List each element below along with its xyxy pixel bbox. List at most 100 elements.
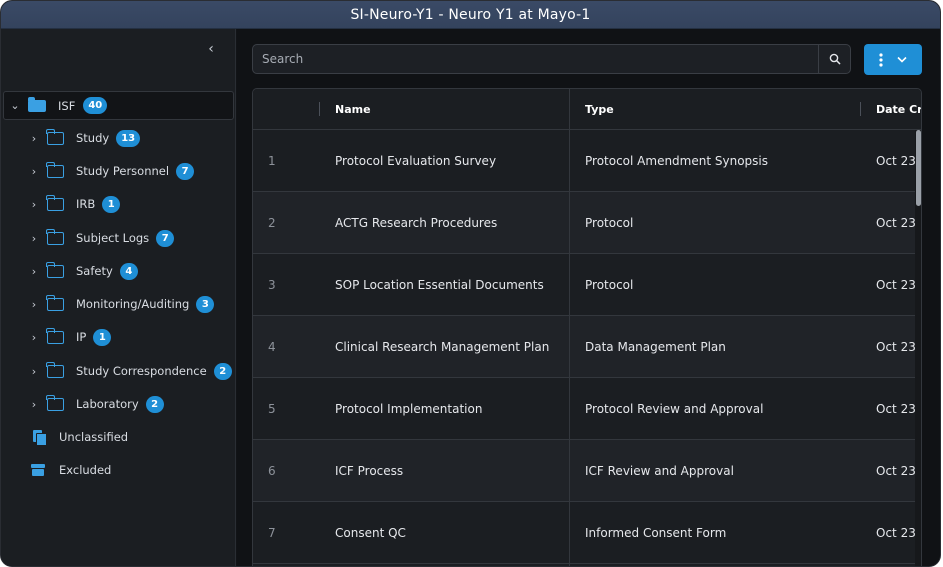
- tree-item-label: IRB: [76, 197, 96, 211]
- tree-item-study[interactable]: › Study 13: [27, 126, 141, 150]
- chevron-left-icon[interactable]: ‹: [203, 41, 219, 57]
- chevron-down-icon[interactable]: ⌄: [8, 99, 22, 112]
- tree-item-label: Study Correspondence: [76, 364, 207, 378]
- tree-item-label: Subject Logs: [76, 231, 150, 245]
- chevron-right-icon[interactable]: ›: [27, 232, 41, 245]
- window-title: SI-Neuro-Y1 - Neuro Y1 at Mayo-1: [350, 6, 591, 23]
- tree-item-study-correspondence[interactable]: › Study Correspondence 2: [27, 359, 232, 383]
- tree-item-unclassified[interactable]: Unclassified: [31, 425, 128, 449]
- count-badge: 1: [102, 195, 121, 213]
- tree-item-irb[interactable]: › IRB 1: [27, 192, 121, 216]
- chevron-right-icon[interactable]: ›: [27, 165, 41, 178]
- tree-item-ip[interactable]: › IP 1: [27, 325, 112, 349]
- row-number: 6: [268, 464, 276, 478]
- cell-name: ACTG Research Procedures: [335, 216, 498, 230]
- sidebar: ‹ ⌄ ISF 40 › Study 13 › Study Personnel: [1, 29, 236, 566]
- cell-name: Protocol Implementation: [335, 402, 483, 416]
- chevron-right-icon[interactable]: ›: [27, 331, 41, 344]
- chevron-right-icon[interactable]: ›: [27, 365, 41, 378]
- cell-date: Oct 23: [876, 216, 916, 230]
- cell-date: Oct 23: [876, 464, 916, 478]
- search-box: [252, 44, 851, 74]
- table-row[interactable]: 1 Protocol Evaluation Survey Protocol Am…: [253, 130, 921, 192]
- cell-type: Protocol: [585, 216, 634, 230]
- cell-date: Oct 23: [876, 154, 916, 168]
- tree-item-subject-logs[interactable]: › Subject Logs 7: [27, 226, 175, 250]
- count-badge: 2: [213, 362, 232, 380]
- table-row[interactable]: 5 Protocol Implementation Protocol Revie…: [253, 378, 921, 440]
- cell-type: Protocol Amendment Synopsis: [585, 154, 768, 168]
- chevron-right-icon[interactable]: ›: [27, 265, 41, 278]
- folder-icon: [46, 361, 64, 378]
- column-header-type[interactable]: Type: [585, 89, 614, 130]
- folder-icon: [46, 194, 64, 211]
- cell-type: Protocol: [585, 278, 634, 292]
- table-row[interactable]: 7 Consent QC Informed Consent Form Oct 2…: [253, 502, 921, 564]
- cell-type: Protocol Review and Approval: [585, 402, 764, 416]
- row-number: 5: [268, 402, 276, 416]
- tree-item-excluded[interactable]: Excluded: [31, 458, 111, 482]
- count-badge: 1: [93, 328, 112, 346]
- column-separator: [319, 102, 320, 116]
- table-row[interactable]: 3 SOP Location Essential Documents Proto…: [253, 254, 921, 316]
- main-panel: Name Type Date Cre 1 Protocol Evaluation…: [237, 29, 940, 566]
- archive-icon: [31, 463, 45, 477]
- column-header-date-created[interactable]: Date Cre: [876, 89, 921, 130]
- table-row[interactable]: 4 Clinical Research Management Plan Data…: [253, 316, 921, 378]
- row-number: 3: [268, 278, 276, 292]
- row-number: 7: [268, 526, 276, 540]
- cell-type: Data Management Plan: [585, 340, 726, 354]
- tree-item-label: Study Personnel: [76, 164, 170, 178]
- column-header-name[interactable]: Name: [335, 89, 371, 130]
- folder-icon: [46, 327, 64, 344]
- scrollbar-thumb[interactable]: [916, 130, 921, 206]
- chevron-right-icon[interactable]: ›: [27, 198, 41, 211]
- count-badge: 2: [145, 395, 164, 413]
- column-divider[interactable]: [569, 89, 570, 566]
- folder-icon: [46, 161, 64, 178]
- folder-icon: [46, 294, 64, 311]
- search-button[interactable]: [818, 45, 850, 73]
- chevron-right-icon[interactable]: ›: [27, 398, 41, 411]
- tree-item-study-personnel[interactable]: › Study Personnel 7: [27, 159, 195, 183]
- folder-icon: [46, 261, 64, 278]
- count-badge: 7: [176, 162, 195, 180]
- tree-item-label: Excluded: [59, 463, 112, 477]
- row-number: 2: [268, 216, 276, 230]
- tree-item-label: Monitoring/Auditing: [76, 297, 190, 311]
- table-row[interactable]: 2 ACTG Research Procedures Protocol Oct …: [253, 192, 921, 254]
- magnifier-icon: [829, 53, 840, 65]
- tree-item-label: Laboratory: [76, 397, 139, 411]
- cell-type: ICF Review and Approval: [585, 464, 734, 478]
- tree-item-label: Unclassified: [59, 430, 129, 444]
- cell-date: Oct 23: [876, 526, 916, 540]
- table-row[interactable]: 6 ICF Process ICF Review and Approval Oc…: [253, 440, 921, 502]
- cell-date: Oct 23: [876, 278, 916, 292]
- tree-item-safety[interactable]: › Safety 4: [27, 259, 138, 283]
- cell-name: Protocol Evaluation Survey: [335, 154, 497, 168]
- actions-menu-button[interactable]: [864, 44, 922, 75]
- folder-icon: [46, 128, 64, 145]
- documents-icon: [31, 430, 47, 446]
- tree-item-monitoring-auditing[interactable]: › Monitoring/Auditing 3: [27, 292, 215, 316]
- folder-icon: [46, 228, 64, 245]
- vertical-scrollbar[interactable]: [915, 130, 921, 566]
- title-bar: SI-Neuro-Y1 - Neuro Y1 at Mayo-1: [1, 1, 940, 29]
- cell-name: Consent QC: [335, 526, 406, 540]
- cell-name: Clinical Research Management Plan: [335, 340, 550, 354]
- folder-open-icon: [28, 96, 46, 112]
- count-badge: 3: [196, 295, 215, 313]
- tree-item-laboratory[interactable]: › Laboratory 2: [27, 392, 164, 416]
- search-input[interactable]: [253, 45, 818, 73]
- kebab-menu-icon: [879, 52, 883, 67]
- chevron-down-icon: [897, 56, 907, 63]
- cell-name: SOP Location Essential Documents: [335, 278, 544, 292]
- row-number: 1: [268, 154, 276, 168]
- count-badge: 7: [156, 229, 175, 247]
- tree-item-isf[interactable]: ⌄ ISF 40: [3, 91, 234, 120]
- chevron-right-icon[interactable]: ›: [27, 298, 41, 311]
- column-separator: [860, 102, 861, 116]
- cell-type: Informed Consent Form: [585, 526, 727, 540]
- tree-item-label: Study: [76, 131, 110, 145]
- chevron-right-icon[interactable]: ›: [27, 132, 41, 145]
